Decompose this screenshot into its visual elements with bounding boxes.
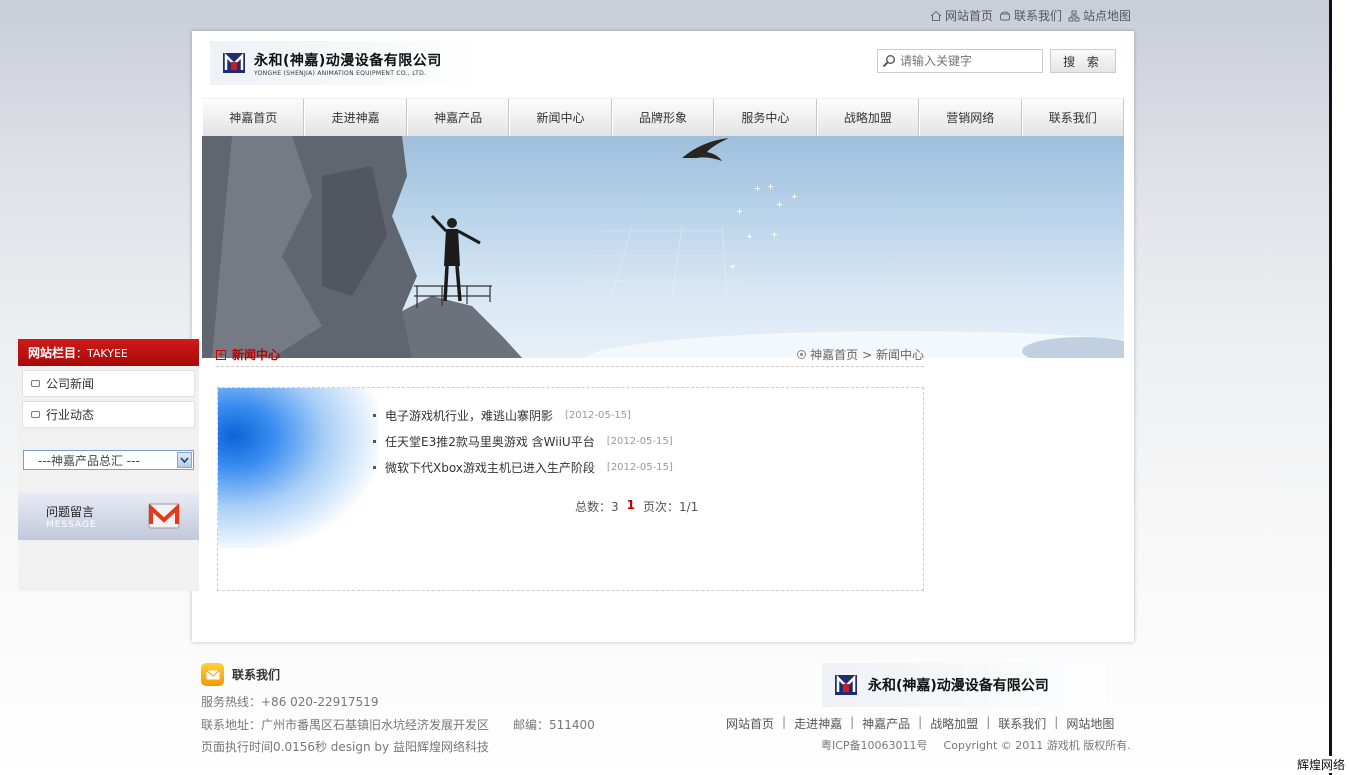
footer-links: 网站首页 | 走进神嘉 | 神嘉产品 | 战略加盟 | 联系我们 | 网站地图 [726, 715, 1114, 732]
phone-icon [1000, 11, 1011, 20]
footer-link-contact[interactable]: 联系我们 [998, 715, 1046, 732]
breadcrumb-home-link[interactable]: 神嘉首页 [810, 346, 858, 363]
sidebar-item-label: 行业动态 [46, 408, 95, 422]
message-board-banner[interactable]: 问题留言 MESSAGE [18, 492, 199, 540]
nav-item-brand[interactable]: 品牌形象 [611, 99, 715, 136]
content-title: 新闻中心 [232, 348, 281, 362]
right-edge-strip [1329, 0, 1349, 775]
footer-link-separator: | [918, 715, 923, 729]
news-item[interactable]: 任天堂E3推2款马里奥游戏 含WiiU平台 [2012-05-15] [373, 428, 673, 454]
breadcrumb-current: > 新闻中心 [862, 348, 924, 362]
nav-item-alliance[interactable]: 战略加盟 [816, 99, 920, 136]
decorative-blue-graphic [218, 388, 378, 548]
footer-link-sitemap[interactable]: 网站地图 [1066, 715, 1114, 732]
news-date: [2012-05-15] [606, 435, 673, 447]
product-select[interactable]: ---神嘉产品总汇 --- [23, 450, 194, 470]
hero-banner [202, 136, 1124, 358]
sidebar-title-en: ：TAKYEE [76, 346, 128, 360]
top-link-home[interactable]: 网站首页 [930, 7, 993, 24]
top-links: 网站首页 联系我们 站点地图 [930, 7, 1131, 24]
logo-mark-icon [835, 674, 857, 695]
nav-item-about[interactable]: 走进神嘉 [304, 99, 407, 136]
footer-icp: 粤ICP备10063011号 [821, 739, 928, 752]
sitemap-icon [1068, 10, 1080, 21]
bullet-icon [373, 439, 376, 443]
footer-link-home[interactable]: 网站首页 [726, 715, 774, 732]
content-header: + 新闻中心 神嘉首页 > 新闻中心 [216, 343, 924, 367]
news-item[interactable]: 微软下代Xbox游戏主机已进入生产阶段 [2012-05-15] [373, 454, 673, 480]
search-button[interactable]: 搜 索 [1050, 49, 1116, 73]
footer-link-separator: | [1054, 715, 1059, 729]
breadcrumb: 神嘉首页 > 新闻中心 [797, 346, 924, 363]
product-select-value: ---神嘉产品总汇 --- [38, 453, 140, 468]
logo-name-cn: 永和(神嘉)动漫设备有限公司 [254, 52, 442, 69]
message-label-cn: 问题留言 [46, 504, 95, 519]
banner-illustration [202, 136, 1124, 358]
nav-item-news[interactable]: 新闻中心 [509, 99, 612, 136]
nav-item-network[interactable]: 营销网络 [919, 99, 1022, 136]
corner-watermark-label: 辉煌网络 [1296, 756, 1345, 773]
sidebar-header: 网站栏目 ：TAKYEE [18, 339, 199, 366]
nav-item-home[interactable]: 神嘉首页 [202, 99, 305, 136]
news-list: 电子游戏机行业，难逃山寨阴影 [2012-05-15] 任天堂E3推2款马里奥游… [373, 402, 673, 480]
footer-address: 联系地址：广州市番禺区石基镇旧水坑经济发展开发区 邮编：511400 [201, 718, 595, 732]
sidebar-item-company-news[interactable]: 公司新闻 [22, 370, 195, 397]
breadcrumb-home-icon [797, 350, 807, 359]
news-list-box: 电子游戏机行业，难逃山寨阴影 [2012-05-15] 任天堂E3推2款马里奥游… [217, 387, 924, 591]
footer-copyright: 粤ICP备10063011号 Copyright © 2011 游戏机 版权所有… [821, 737, 1131, 753]
top-link-sitemap[interactable]: 站点地图 [1068, 7, 1131, 24]
bullet-icon [373, 465, 376, 469]
nav-item-contact[interactable]: 联系我们 [1021, 99, 1124, 136]
pagination-page-link[interactable]: 1 [627, 498, 635, 515]
chevron-down-icon[interactable] [177, 452, 192, 468]
search-box [877, 49, 1043, 73]
logo-name-en: YONGHE (SHENJIA) ANIMATION EQUIPMENT CO.… [254, 69, 427, 77]
footer-contact-title: 联系我们 [232, 668, 281, 682]
footer-link-separator: | [986, 715, 991, 729]
search-icon [882, 55, 895, 68]
news-title: 微软下代Xbox游戏主机已进入生产阶段 [385, 460, 595, 475]
envelope-icon [201, 663, 224, 686]
main-nav: 神嘉首页 走进神嘉 神嘉产品 新闻中心 品牌形象 服务中心 战略加盟 营销网络 … [202, 98, 1124, 136]
search-input[interactable] [900, 54, 1040, 68]
bullet-icon [373, 413, 376, 417]
top-link-label: 站点地图 [1083, 9, 1132, 23]
company-logo[interactable]: 永和(神嘉)动漫设备有限公司 YONGHE (SHENJIA) ANIMATIO… [210, 41, 480, 85]
plus-icon: + [216, 349, 226, 360]
logo-mark-icon [223, 52, 245, 73]
nav-item-products[interactable]: 神嘉产品 [406, 99, 510, 136]
sidebar-item-label: 公司新闻 [46, 377, 95, 391]
news-date: [2012-05-15] [565, 409, 631, 421]
top-link-label: 联系我们 [1014, 9, 1063, 23]
pagination: 总数：3 1 页次：1/1 [575, 498, 698, 515]
footer-hotline: 服务热线：+86 020-22917519 [201, 695, 379, 709]
footer-link-alliance[interactable]: 战略加盟 [930, 715, 978, 732]
footer-link-separator: | [782, 715, 787, 729]
news-date: [2012-05-15] [606, 461, 673, 473]
news-title: 任天堂E3推2款马里奥游戏 含WiiU平台 [385, 434, 595, 449]
footer-link-separator: | [850, 715, 855, 729]
sidebar-item-industry-news[interactable]: 行业动态 [22, 401, 195, 428]
footer-link-about[interactable]: 走进神嘉 [794, 715, 842, 732]
home-icon [930, 10, 942, 21]
mail-icon [148, 503, 180, 529]
top-link-contact[interactable]: 联系我们 [999, 7, 1062, 24]
sidebar: 网站栏目 ：TAKYEE 公司新闻 行业动态 ---神嘉产品总汇 --- 问题留… [18, 339, 199, 591]
footer-logo: 永和(神嘉)动漫设备有限公司 [822, 663, 1105, 707]
pagination-pages: 页次：1/1 [643, 500, 699, 514]
footer-link-products[interactable]: 神嘉产品 [862, 715, 910, 732]
news-title: 电子游戏机行业，难逃山寨阴影 [385, 408, 554, 423]
footer-copyright-text: Copyright © 2011 游戏机 版权所有. [943, 739, 1131, 752]
pagination-total: 总数：3 [575, 500, 619, 514]
footer-contact-heading: 联系我们 [201, 663, 280, 686]
footer-exec-time: 页面执行时间0.0156秒 design by 益阳辉煌网络科技 [201, 740, 489, 754]
sidebar-title: 网站栏目 [28, 346, 77, 360]
footer-logo-name: 永和(神嘉)动漫设备有限公司 [868, 678, 1049, 694]
news-item[interactable]: 电子游戏机行业，难逃山寨阴影 [2012-05-15] [373, 402, 673, 428]
bullet-icon [31, 380, 40, 387]
nav-item-service[interactable]: 服务中心 [714, 99, 817, 136]
message-label-en: MESSAGE [46, 519, 97, 530]
top-link-label: 网站首页 [945, 9, 994, 23]
bullet-icon [31, 411, 40, 418]
